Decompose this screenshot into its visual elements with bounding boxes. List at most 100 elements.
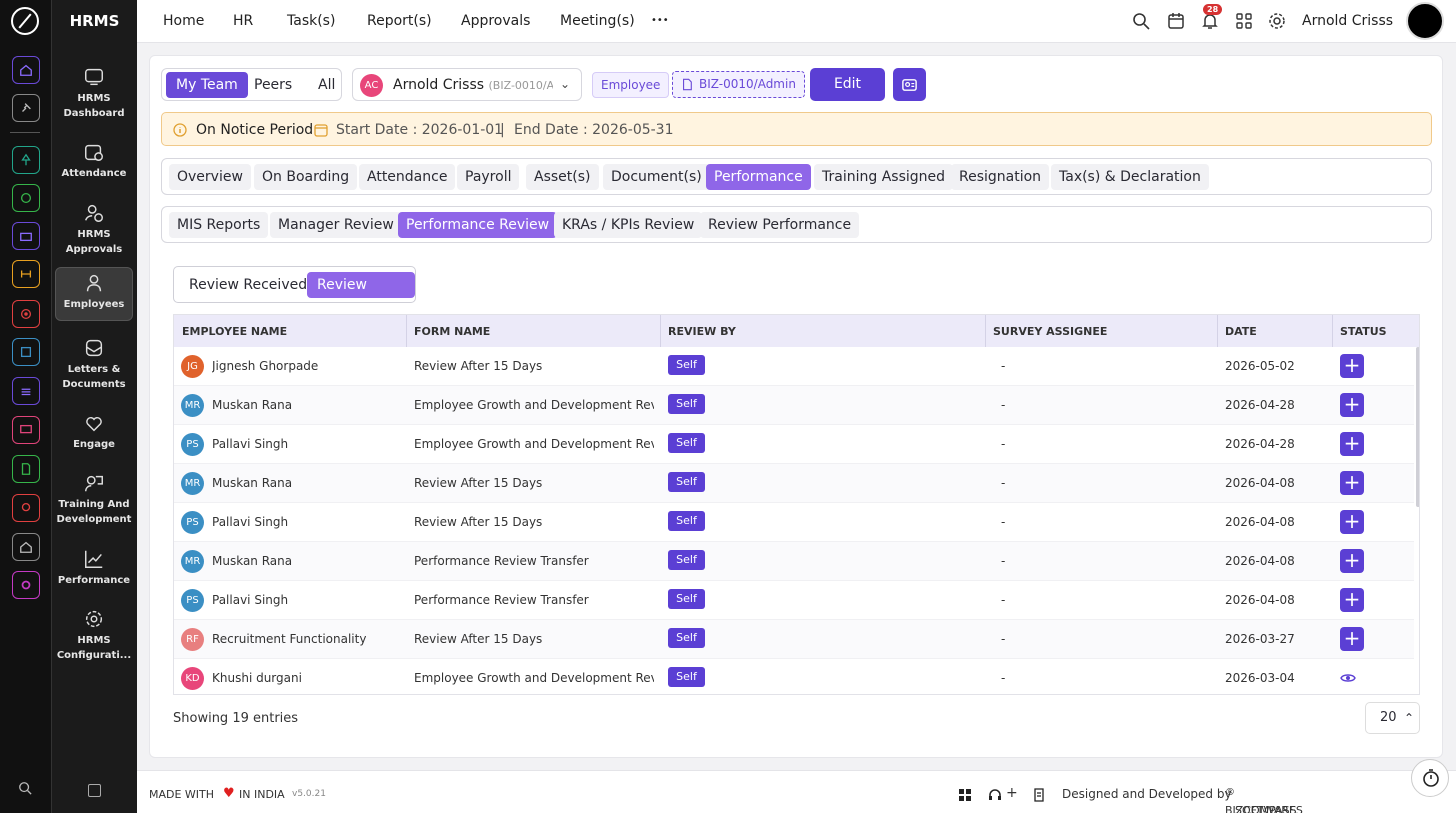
gear-icon[interactable]	[1268, 12, 1286, 30]
table-row[interactable]: RF Recruitment Functionality Review After …	[174, 620, 1414, 659]
support-icon[interactable]	[12, 494, 40, 522]
employee-id-badge[interactable]: BIZ-0010/Admin	[672, 71, 805, 98]
eye-icon[interactable]	[1340, 671, 1356, 685]
employee-name: Muskan Rana	[212, 554, 293, 568]
table-row[interactable]: JG Jignesh Ghorpade Review After 15 Days Se…	[174, 347, 1414, 386]
table-row[interactable]: KD Khushi durgani Employee Growth and Deve…	[174, 659, 1414, 694]
nav-home[interactable]: Home	[163, 13, 204, 29]
search-icon[interactable]	[18, 781, 32, 795]
user-name[interactable]: Arnold Crisss	[1302, 13, 1393, 29]
headset-icon[interactable]	[988, 788, 1002, 802]
review-received-button[interactable]: Review Received	[179, 272, 317, 298]
nav-approvals[interactable]: Approvals	[461, 13, 530, 29]
document-icon[interactable]	[12, 455, 40, 483]
monitor-icon[interactable]	[12, 416, 40, 444]
tab-documents[interactable]: Document(s)	[603, 164, 710, 190]
col-date[interactable]: DATE	[1225, 325, 1257, 338]
add-review-button[interactable]: +	[1340, 393, 1364, 417]
form-name: Employee Growth and Development Revi...	[414, 437, 654, 451]
add-review-button[interactable]: +	[1340, 549, 1364, 573]
add-review-button[interactable]: +	[1340, 627, 1364, 651]
collapse-sidebar-icon[interactable]	[88, 784, 101, 797]
tab-tax-declaration[interactable]: Tax(s) & Declaration	[1051, 164, 1209, 190]
add-review-button[interactable]: +	[1340, 471, 1364, 495]
filter-my-team[interactable]: My Team	[166, 72, 248, 98]
tab-payroll[interactable]: Payroll	[457, 164, 520, 190]
plus-icon[interactable]: +	[1006, 785, 1018, 801]
col-status[interactable]: STATUS	[1340, 325, 1387, 338]
table-row[interactable]: PS Pallavi Singh Employee Growth and Devel…	[174, 425, 1414, 464]
tab-performance-review[interactable]: Performance Review	[398, 212, 558, 238]
tree-icon[interactable]	[12, 146, 40, 174]
col-review-by[interactable]: REVIEW BY	[668, 325, 736, 338]
sidebar-item-engage[interactable]: Engage	[55, 408, 133, 452]
calendar-icon[interactable]	[1167, 12, 1185, 30]
apps-grid-icon[interactable]	[1235, 12, 1253, 30]
tab-assets[interactable]: Asset(s)	[526, 164, 599, 190]
archive-icon[interactable]	[12, 338, 40, 366]
more-menu-icon[interactable]: •••	[651, 15, 669, 26]
table-row[interactable]: PS Pallavi Singh Review After 15 Days Self -…	[174, 503, 1414, 542]
sidebar-item-hrms-configuration[interactable]: HRMS Configurati...	[55, 604, 133, 663]
add-review-button[interactable]: +	[1340, 432, 1364, 456]
id-card-button[interactable]	[893, 68, 926, 101]
tab-attendance[interactable]: Attendance	[359, 164, 456, 190]
table-row[interactable]: MR Muskan Rana Performance Review Transfer…	[174, 542, 1414, 581]
nav-reports[interactable]: Report(s)	[367, 13, 432, 29]
sidebar: HRMS HRMS Dashboard Attendance HRMS Appr…	[52, 0, 137, 813]
trend-up-icon	[85, 550, 103, 568]
sidebar-item-training-and-development[interactable]: Training And Development	[55, 468, 133, 527]
tab-mis-reports[interactable]: MIS Reports	[169, 212, 269, 238]
pin-icon[interactable]	[12, 94, 40, 122]
settings-icon	[85, 610, 103, 628]
add-review-button[interactable]: +	[1340, 510, 1364, 534]
filter-peers[interactable]: Peers	[244, 72, 302, 98]
tab-resignation[interactable]: Resignation	[951, 164, 1050, 190]
stack-icon[interactable]	[12, 377, 40, 405]
nav-meetings[interactable]: Meeting(s)	[560, 13, 635, 29]
briefcase-icon[interactable]	[12, 222, 40, 250]
table-scrollbar[interactable]	[1416, 347, 1419, 507]
search-icon[interactable]	[1132, 12, 1150, 30]
page-size-select[interactable]: 20 ⌃	[1365, 702, 1420, 734]
sidebar-item-attendance[interactable]: Attendance	[55, 137, 133, 181]
receipt-icon[interactable]	[1033, 788, 1047, 802]
employee-avatar: AC	[360, 74, 383, 97]
tab-overview[interactable]: Overview	[169, 164, 251, 190]
nav-hr[interactable]: HR	[233, 13, 253, 29]
tab-kras-kpis-review[interactable]: KRAs / KPIs Review	[554, 212, 703, 238]
tab-manager-review[interactable]: Manager Review	[270, 212, 402, 238]
col-survey-assignee[interactable]: SURVEY ASSIGNEE	[993, 325, 1107, 338]
filter-all[interactable]: All	[308, 72, 345, 98]
col-employee-name[interactable]: EMPLOYEE NAME	[182, 325, 287, 338]
sidebar-item-hrms-dashboard[interactable]: HRMS Dashboard	[55, 62, 133, 121]
tab-performance[interactable]: Performance	[706, 164, 811, 190]
house-icon[interactable]	[12, 533, 40, 561]
table-row[interactable]: MR Muskan Rana Review After 15 Days Self - 20…	[174, 464, 1414, 503]
gear-icon[interactable]	[12, 571, 40, 599]
employee-select[interactable]: AC Arnold Crisss (BIZ-0010/Adr ⌄	[352, 68, 582, 101]
avatar[interactable]	[1406, 2, 1444, 40]
table-row[interactable]: MR Muskan Rana Employee Growth and Develop…	[174, 386, 1414, 425]
edit-button[interactable]: Edit	[810, 68, 885, 101]
tab-on-boarding[interactable]: On Boarding	[254, 164, 358, 190]
windows-icon[interactable]	[958, 788, 972, 802]
table-row[interactable]: PS Pallavi Singh Performance Review Transf…	[174, 581, 1414, 620]
dollar-icon[interactable]	[12, 184, 40, 212]
sidebar-item-letters-documents[interactable]: Letters & Documents	[55, 333, 133, 392]
sidebar-item-performance[interactable]: Performance	[55, 544, 133, 588]
home-icon[interactable]	[12, 56, 40, 84]
nav-tasks[interactable]: Task(s)	[287, 13, 335, 29]
target-icon[interactable]	[12, 300, 40, 328]
handshake-icon[interactable]	[12, 260, 40, 288]
sidebar-item-hrms-approvals[interactable]: HRMS Approvals	[55, 198, 133, 257]
add-review-button[interactable]: +	[1340, 354, 1364, 378]
sidebar-item-employees[interactable]: Employees	[55, 267, 133, 321]
tab-training-assigned[interactable]: Training Assigned	[814, 164, 954, 190]
col-form-name[interactable]: FORM NAME	[414, 325, 490, 338]
add-review-button[interactable]: +	[1340, 588, 1364, 612]
stopwatch-button[interactable]	[1411, 759, 1449, 797]
tab-review-performance[interactable]: Review Performance	[700, 212, 860, 238]
review-given-button[interactable]: Review Given	[307, 272, 415, 319]
compass-logo-icon[interactable]	[11, 7, 39, 35]
